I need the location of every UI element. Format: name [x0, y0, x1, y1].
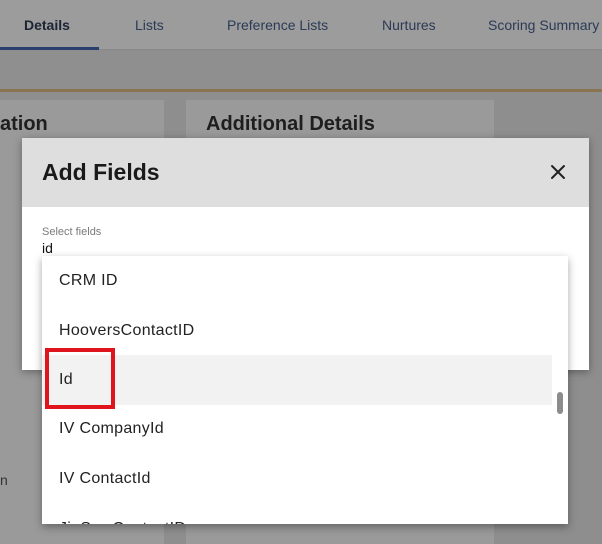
option-id[interactable]: Id	[42, 355, 552, 405]
divider	[0, 89, 602, 92]
tab-scoring-summary[interactable]: Scoring Summary	[488, 17, 599, 33]
dialog-title: Add Fields	[42, 159, 160, 185]
information-card-title: ation	[0, 113, 48, 135]
dialog-header: Add Fields	[22, 138, 589, 207]
close-button[interactable]	[546, 160, 570, 184]
close-icon	[551, 165, 565, 179]
additional-details-title: Additional Details	[206, 113, 375, 135]
tab-nurtures[interactable]: Nurtures	[382, 17, 436, 33]
option-iv-contactid[interactable]: IV ContactId	[42, 454, 552, 504]
select-fields-label: Select fields	[42, 226, 102, 238]
page: Details Lists Preference Lists Nurtures …	[0, 0, 602, 544]
tab-lists[interactable]: Lists	[135, 17, 164, 33]
scrollbar-thumb[interactable]	[557, 392, 563, 414]
tab-details[interactable]: Details	[24, 17, 70, 33]
dropdown-scrollbar[interactable]	[552, 256, 568, 524]
fields-dropdown: CRM ID HooversContactID Id IV CompanyId …	[42, 256, 568, 524]
tab-preference-lists[interactable]: Preference Lists	[227, 17, 328, 33]
tab-bar: Details Lists Preference Lists Nurtures …	[0, 0, 602, 50]
option-hooverscontactid[interactable]: HooversContactID	[42, 306, 552, 356]
toolbar-strip	[0, 51, 602, 89]
option-crm-id[interactable]: CRM ID	[42, 256, 552, 306]
option-iv-companyid[interactable]: IV CompanyId	[42, 404, 552, 454]
option-jigsawcontactid[interactable]: JigSawContactID	[42, 504, 552, 524]
background-text: n	[0, 472, 8, 488]
active-tab-indicator	[0, 47, 99, 50]
